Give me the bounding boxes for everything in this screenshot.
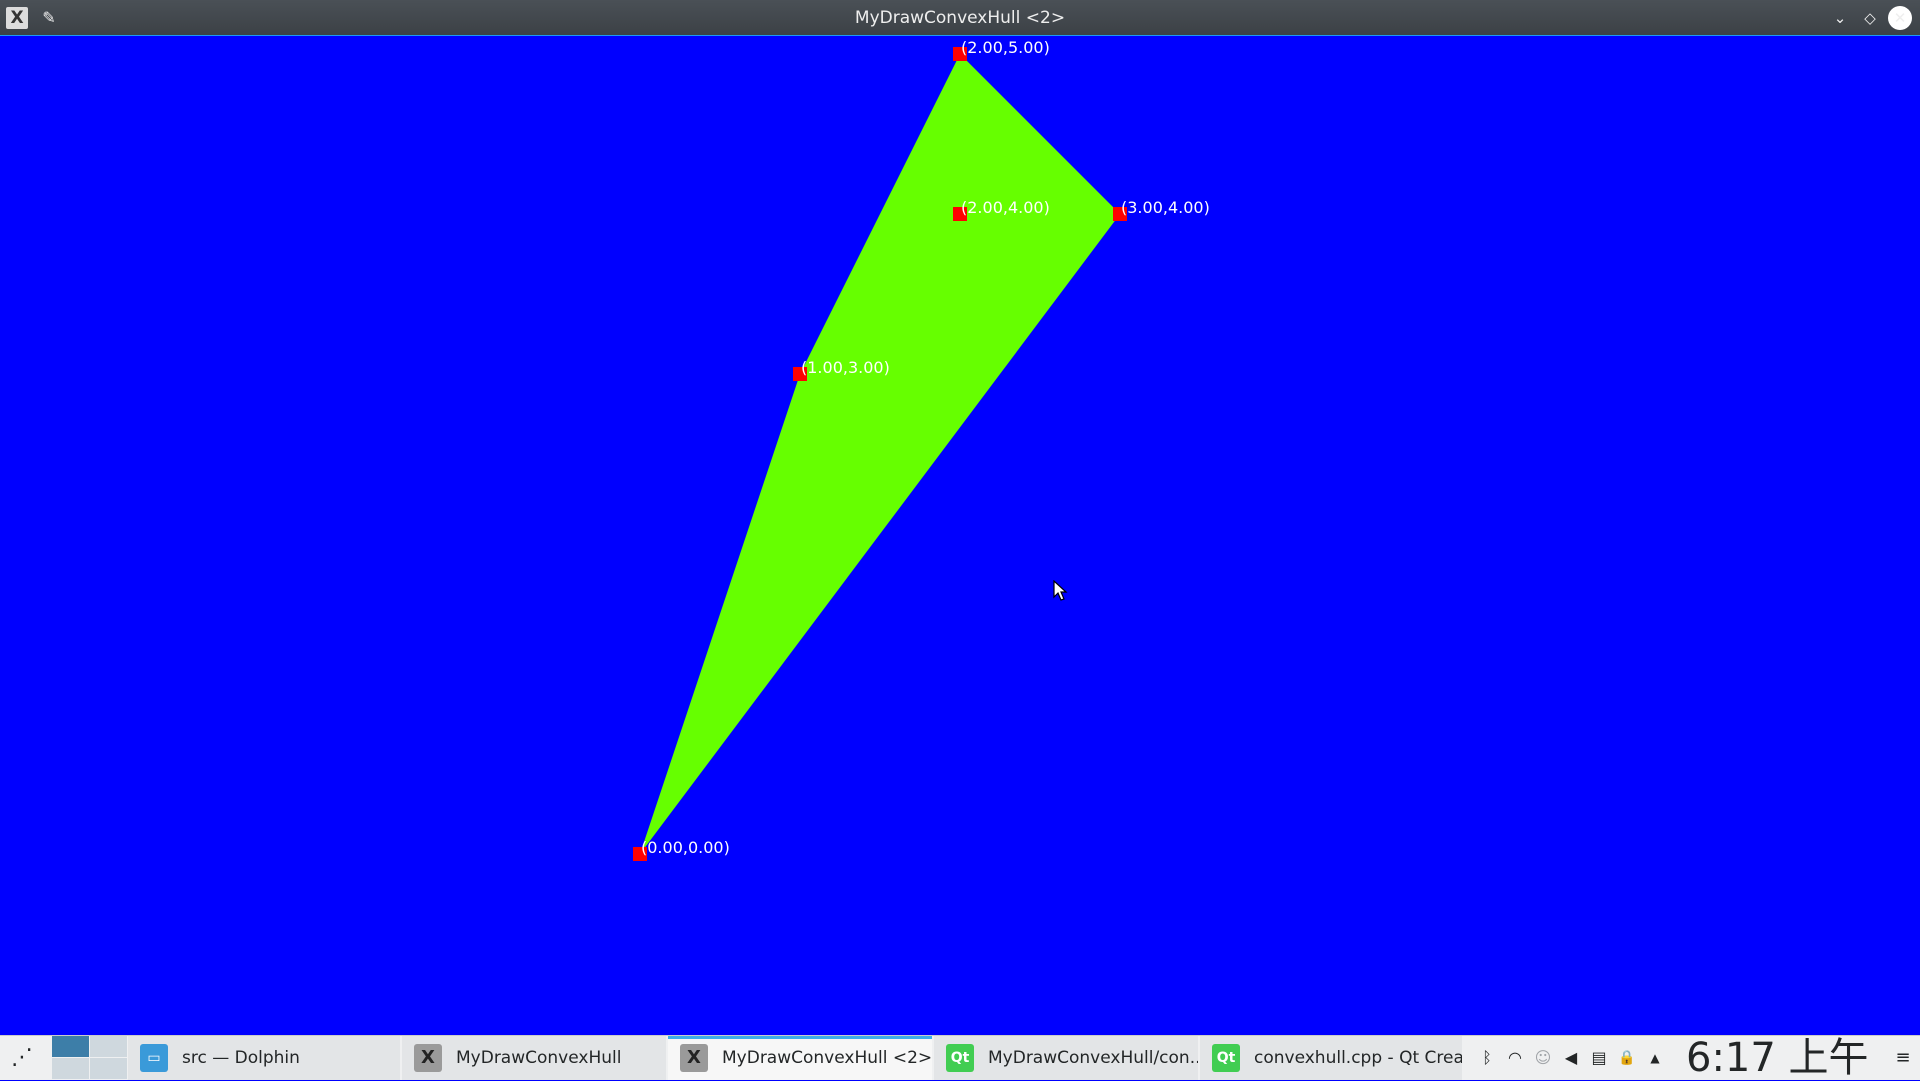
desktop-2[interactable] [90, 1036, 127, 1057]
x11-icon: X [680, 1044, 708, 1072]
expand-tray-icon[interactable]: ▲ [1642, 1036, 1668, 1080]
panel-menu-icon[interactable]: ≡ [1890, 1036, 1916, 1080]
minimize-button[interactable]: ⌄ [1828, 6, 1852, 30]
clock[interactable]: 6:17 上午 [1686, 1036, 1869, 1080]
point-label: (0.00,0.00) [641, 838, 730, 857]
taskbar-task-label: MyDrawConvexHull/con... [988, 1048, 1198, 1068]
taskbar-task-label: convexhull.cpp - Qt Crea... [1254, 1048, 1462, 1068]
taskbar: ⋰ ▭ src — Dolphin X MyDrawConvexHull X MyDraw… [0, 1035, 1920, 1080]
taskbar-task[interactable]: X MyDrawConvexHull <2> [668, 1036, 932, 1080]
x11-icon: X [414, 1044, 442, 1072]
lock-icon[interactable]: 🔒 [1614, 1036, 1640, 1080]
convex-hull-plot: (0.00,0.00) (1.00,3.00) (2.00,4.00) (2.00,5… [633, 38, 1210, 861]
bluetooth-icon[interactable]: ᛒ [1474, 1036, 1500, 1080]
mouse-cursor-icon [1053, 580, 1068, 601]
desktop-1[interactable] [52, 1036, 89, 1057]
user-icon[interactable]: ☺ [1530, 1036, 1556, 1080]
desktop-3[interactable] [52, 1058, 89, 1079]
folder-icon: ▭ [140, 1044, 168, 1072]
taskbar-task-label: MyDrawConvexHull [456, 1048, 622, 1068]
taskbar-task-label: MyDrawConvexHull <2> [722, 1048, 932, 1068]
taskbar-task[interactable]: Qt MyDrawConvexHull/con... [934, 1036, 1198, 1080]
point-label: (2.00,5.00) [961, 38, 1050, 57]
point-label: (3.00,4.00) [1121, 198, 1210, 217]
close-button[interactable]: ✕ [1888, 6, 1912, 30]
point-label: (1.00,3.00) [801, 358, 890, 377]
taskbar-task[interactable]: Qt convexhull.cpp - Qt Crea... [1200, 1036, 1462, 1080]
application-launcher-icon[interactable]: ⋰ [4, 1040, 40, 1076]
taskbar-task-label: src — Dolphin [182, 1048, 300, 1068]
clipboard-icon[interactable]: ▤ [1586, 1036, 1612, 1080]
volume-icon[interactable]: ◀ [1558, 1036, 1584, 1080]
desktop-4[interactable] [90, 1058, 127, 1079]
window-title: MyDrawConvexHull <2> [854, 8, 1066, 28]
point-label: (2.00,4.00) [961, 198, 1050, 217]
drawing-canvas[interactable]: (0.00,0.00) (1.00,3.00) (2.00,4.00) (2.00,5… [0, 36, 1920, 1035]
taskbar-task[interactable]: ▭ src — Dolphin [128, 1036, 400, 1080]
maximize-button[interactable]: ◇ [1858, 6, 1882, 30]
hull-polygon [640, 54, 1120, 854]
window-titlebar[interactable]: X ✎ MyDrawConvexHull <2> ⌄ ◇ ✕ [0, 0, 1920, 36]
qt-icon: Qt [1212, 1044, 1240, 1072]
wifi-icon[interactable]: ◠ [1502, 1036, 1528, 1080]
virtual-desktop-pager[interactable] [52, 1036, 128, 1080]
qt-icon: Qt [946, 1044, 974, 1072]
taskbar-task[interactable]: X MyDrawConvexHull [402, 1036, 666, 1080]
